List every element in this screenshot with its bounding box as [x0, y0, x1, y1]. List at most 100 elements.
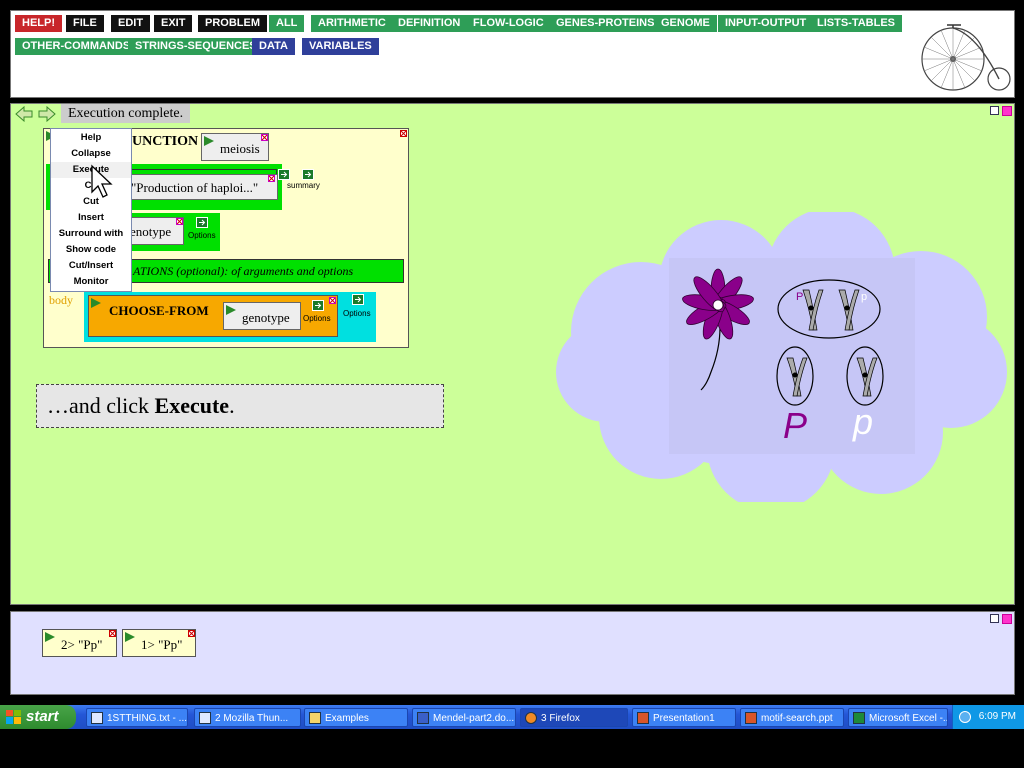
other-commands-button[interactable]: OTHER-COMMANDS	[15, 38, 138, 55]
task-mendel-doc[interactable]: Mendel-part2.do...	[412, 708, 516, 727]
menu-item-collapse[interactable]: Collapse	[51, 146, 131, 162]
choose-options-label[interactable]: Options	[303, 314, 331, 323]
start-label: start	[26, 708, 59, 725]
options-arrow-icon[interactable]	[196, 217, 208, 228]
flag-icon[interactable]	[45, 632, 55, 642]
data-button[interactable]: DATA	[252, 38, 295, 55]
maximize-icon[interactable]	[990, 106, 999, 115]
task-examples[interactable]: Examples	[304, 708, 408, 727]
word-icon	[417, 712, 429, 724]
file-button[interactable]: FILE	[66, 15, 104, 32]
powerpoint-icon	[745, 712, 757, 724]
powerpoint-icon	[637, 712, 649, 724]
flag-icon[interactable]	[204, 136, 214, 146]
results-panel: 2> "Pp" 1> "Pp"	[10, 611, 1015, 695]
flag-icon[interactable]	[125, 632, 135, 642]
summary-value-box[interactable]: "Production of haploi..."	[126, 174, 278, 200]
close-box-icon[interactable]	[268, 175, 275, 182]
summary-value[interactable]: "Production of haploi..."	[131, 180, 258, 196]
summary-toggle-icon[interactable]	[278, 169, 290, 180]
lists-tables-button[interactable]: LISTS-TABLES	[810, 15, 903, 32]
start-button[interactable]: start	[0, 705, 76, 729]
context-menu[interactable]: Help Collapse Execute Co Cut Insert Surr…	[50, 128, 132, 292]
instruction-bold: Execute	[154, 393, 230, 418]
task-excel[interactable]: Microsoft Excel -...	[848, 708, 948, 727]
result-box[interactable]: 1> "Pp"	[122, 629, 196, 657]
variables-button[interactable]: VARIABLES	[302, 38, 379, 55]
maximize-icon[interactable]	[990, 614, 999, 623]
task-presentation1[interactable]: Presentation1	[632, 708, 736, 727]
command-menu-panel: HELP! FILE EDIT EXIT PROBLEM ALL ARITHME…	[10, 10, 1015, 98]
input-output-button[interactable]: INPUT-OUTPUT	[718, 15, 814, 32]
close-box-icon[interactable]	[176, 218, 183, 225]
firefox-icon	[525, 712, 537, 724]
meiosis-illustration: P p P p	[556, 212, 1007, 502]
instruction-suffix: .	[229, 393, 235, 418]
menu-item-insert[interactable]: Insert	[51, 210, 131, 226]
close-box-icon[interactable]	[261, 134, 268, 141]
function-name[interactable]: meiosis	[220, 141, 260, 157]
parameter-name[interactable]: enotype	[130, 224, 171, 240]
task-1stthing[interactable]: 1STTHING.txt - ...	[86, 708, 188, 727]
genome-button[interactable]: GENOME	[654, 15, 717, 32]
excel-icon	[853, 712, 865, 724]
function-name-box[interactable]: meiosis	[201, 133, 269, 161]
task-firefox[interactable]: 3 Firefox	[520, 708, 628, 727]
flag-icon[interactable]	[91, 298, 101, 308]
choose-argument-box[interactable]: genotype	[223, 302, 301, 330]
instruction-banner: …and click Execute.	[36, 384, 444, 428]
back-arrow-icon[interactable]	[15, 106, 33, 122]
close-box-icon[interactable]	[188, 630, 195, 637]
menu-item-show-code[interactable]: Show code	[51, 242, 131, 258]
summary-label[interactable]: summary	[287, 181, 320, 190]
options-label[interactable]: Options	[188, 231, 216, 240]
menu-item-help[interactable]: Help	[51, 130, 131, 146]
choose-from-keyword: CHOOSE-FROM	[109, 303, 209, 318]
notepad-icon	[91, 712, 103, 724]
result-value[interactable]: 1> "Pp"	[141, 637, 182, 653]
edit-button[interactable]: EDIT	[111, 15, 151, 32]
arithmetic-button[interactable]: ARITHMETIC	[311, 15, 393, 32]
genes-proteins-button[interactable]: GENES-PROTEINS	[549, 15, 662, 32]
flag-icon[interactable]	[226, 305, 236, 315]
task-label: Mendel-part2.do...	[433, 713, 515, 724]
tray-collapse-icon[interactable]	[959, 711, 971, 723]
close-icon[interactable]	[1002, 614, 1012, 624]
options-arrow-icon[interactable]	[312, 300, 324, 311]
all-button[interactable]: ALL	[269, 15, 305, 32]
menu-item-cut-insert[interactable]: Cut/Insert	[51, 258, 131, 274]
forward-arrow-icon[interactable]	[38, 106, 56, 122]
task-thunderbird[interactable]: 2 Mozilla Thun...	[194, 708, 301, 727]
task-label: Microsoft Excel -...	[869, 713, 948, 724]
menu-item-surround-with[interactable]: Surround with	[51, 226, 131, 242]
outer-options-label[interactable]: Options	[343, 309, 371, 318]
result-box[interactable]: 2> "Pp"	[42, 629, 117, 657]
options-arrow-icon[interactable]	[352, 294, 364, 305]
close-box-icon[interactable]	[400, 130, 407, 137]
choose-from-box[interactable]: CHOOSE-FROM genotype Options	[88, 295, 338, 337]
system-tray: 6:09 PM	[952, 705, 1024, 729]
close-box-icon[interactable]	[329, 297, 336, 304]
close-box-icon[interactable]	[109, 630, 116, 637]
taskbar: start 1STTHING.txt - ... 2 Mozilla Thun.…	[0, 705, 1024, 729]
result-value[interactable]: 2> "Pp"	[61, 637, 102, 653]
definition-button[interactable]: DEFINITION	[391, 15, 468, 32]
thunderbird-icon	[199, 712, 211, 724]
parameter-box[interactable]: enotype	[126, 217, 184, 245]
instruction-prefix: …and click	[47, 393, 155, 418]
task-motif-search[interactable]: motif-search.ppt	[740, 708, 844, 727]
workspace[interactable]: Execution complete. UNCTION meiosis "Pro…	[10, 103, 1015, 605]
flow-logic-button[interactable]: FLOW-LOGIC	[466, 15, 551, 32]
task-label: 3 Firefox	[541, 713, 580, 724]
summary-arrow-icon[interactable]	[302, 169, 314, 180]
help-button[interactable]: HELP!	[15, 15, 62, 32]
menu-item-monitor[interactable]: Monitor	[51, 274, 131, 290]
choose-argument[interactable]: genotype	[242, 310, 290, 326]
windows-logo-icon	[6, 710, 21, 724]
task-label: 1STTHING.txt - ...	[107, 713, 188, 724]
exit-button[interactable]: EXIT	[154, 15, 193, 32]
clock: 6:09 PM	[978, 711, 1016, 722]
problem-button[interactable]: PROBLEM	[198, 15, 267, 32]
close-icon[interactable]	[1002, 106, 1012, 116]
strings-sequences-button[interactable]: STRINGS-SEQUENCES	[128, 38, 264, 55]
